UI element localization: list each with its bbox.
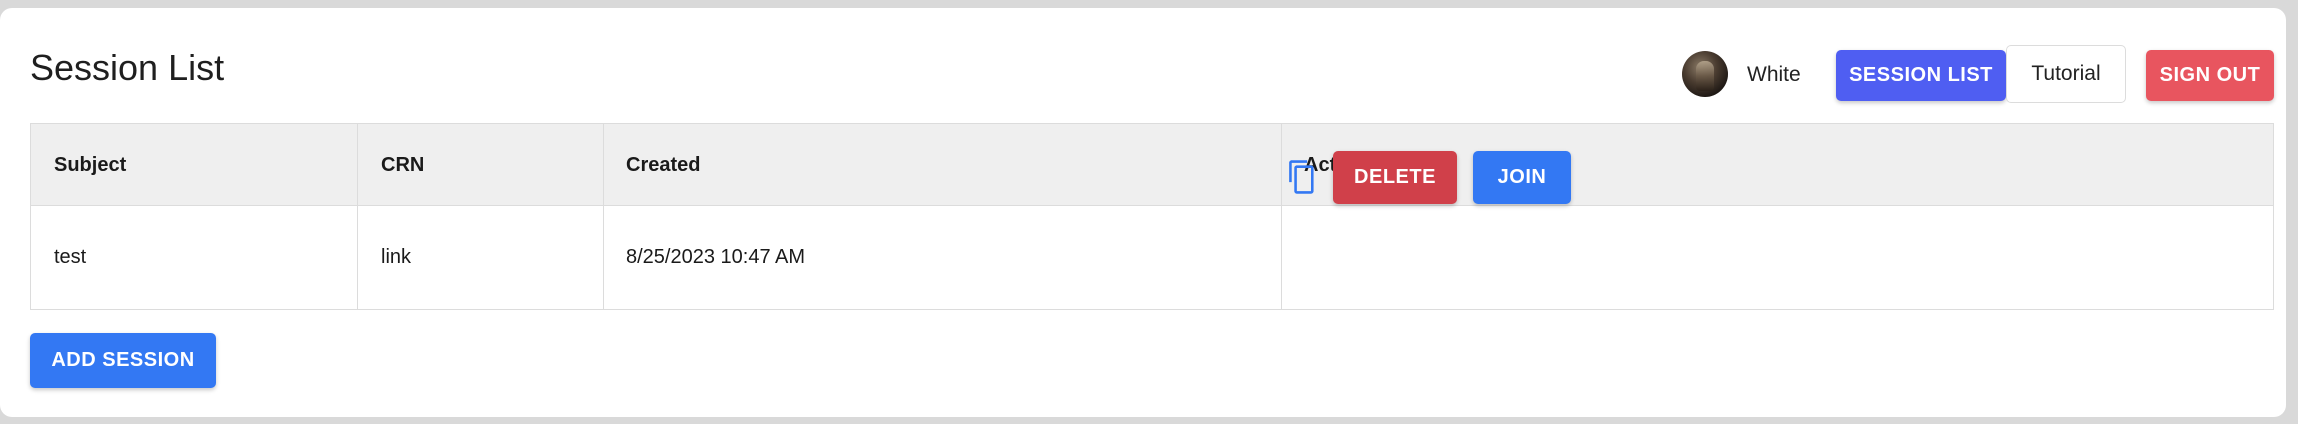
copy-icon[interactable] xyxy=(1286,159,1318,195)
user-name: White xyxy=(1747,63,1801,86)
column-divider xyxy=(1281,124,1282,205)
column-divider xyxy=(1281,206,1282,310)
join-button[interactable]: JOIN xyxy=(1473,151,1571,204)
table-row: test link 8/25/2023 10:47 AM xyxy=(31,206,2273,310)
page-title: Session List xyxy=(30,47,225,88)
session-list-button[interactable]: SESSION LIST xyxy=(1836,50,2006,101)
column-header-subject: Subject xyxy=(54,154,127,176)
session-card: Session List White SESSION LIST Tutorial… xyxy=(0,8,2286,417)
tutorial-button[interactable]: Tutorial xyxy=(2006,45,2126,103)
cell-crn: link xyxy=(381,246,412,268)
cell-subject: test xyxy=(54,246,87,268)
column-header-crn: CRN xyxy=(381,154,425,176)
column-divider xyxy=(603,206,604,310)
session-table: Subject CRN Created Action test link 8/2… xyxy=(30,123,2274,310)
sign-out-button[interactable]: SIGN OUT xyxy=(2146,50,2274,101)
table-header: Subject CRN Created Action xyxy=(31,124,2273,206)
cell-created: 8/25/2023 10:47 AM xyxy=(626,246,806,268)
avatar[interactable] xyxy=(1682,51,1728,97)
column-divider xyxy=(357,206,358,310)
column-divider xyxy=(603,124,604,205)
delete-button[interactable]: DELETE xyxy=(1333,151,1457,204)
column-header-created: Created xyxy=(626,154,701,176)
column-divider xyxy=(357,124,358,205)
add-session-button[interactable]: ADD SESSION xyxy=(30,333,216,388)
